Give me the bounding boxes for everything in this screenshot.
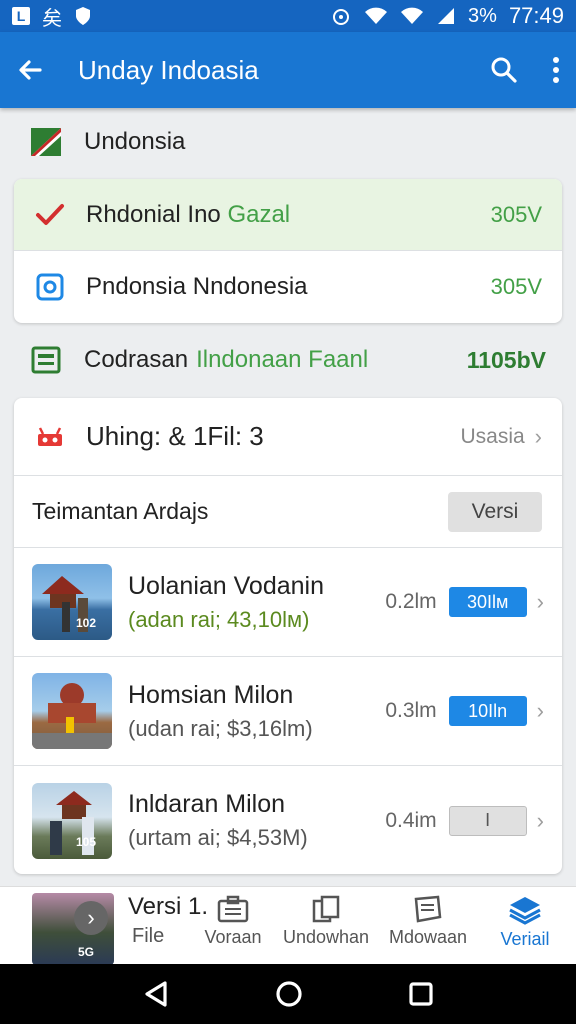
summary-label-accent: Gazal — [227, 200, 291, 228]
receipt-icon — [30, 346, 62, 374]
bottom-nav: › 5G Versi 1. File Voraan Undowhan Mdowa… — [0, 886, 576, 965]
camera-icon — [34, 273, 66, 301]
checkmark-icon — [34, 203, 66, 227]
signal-icon — [438, 8, 455, 24]
wifi-secondary-icon — [401, 7, 424, 24]
item-price-pill[interactable]: 10Iln — [448, 696, 527, 726]
page-title: Unday Indoasia — [78, 54, 259, 85]
section-title: Teimantan Ardajs — [32, 498, 209, 524]
mini-player[interactable]: › 5G — [32, 893, 114, 965]
filter-label: Uhing: & 1Fil: 3 — [86, 421, 264, 451]
item-subtitle: (urtam ai; $4,53M) — [128, 825, 308, 850]
summary-label-main: Rhdonial Ino — [86, 200, 221, 228]
more-vert-icon[interactable] — [552, 56, 560, 84]
summary-value: 305V — [490, 201, 542, 227]
wifi-icon — [365, 7, 388, 24]
status-time: 77:49 — [508, 3, 564, 28]
summary-label-main: Pndonsia Nndonesia — [86, 273, 308, 300]
mini-player-caption: 5G — [78, 945, 95, 959]
item-price-pill[interactable]: I — [448, 805, 527, 836]
item-subtitle: (udan rai; $3,16lm) — [128, 715, 313, 741]
item-distance: 0.3lm — [385, 699, 437, 722]
summary-label: Pndonsia Nndonesia — [86, 273, 308, 301]
summary-card: Rhdonial Ino Gazal 305V Pndonsia Nndones… — [14, 179, 562, 323]
nav-item-label: File — [132, 925, 165, 947]
flag-icon — [30, 128, 62, 156]
place-thumbnail: 105 — [32, 782, 112, 859]
briefcase-icon — [217, 895, 249, 923]
chevron-right-icon: › — [534, 423, 542, 449]
nav-item-mdowaan[interactable]: Mdowaan — [384, 895, 472, 948]
robot-icon — [34, 426, 66, 448]
item-distance: 0.4im — [385, 808, 437, 832]
item-subtitle: (adan rai; 43,10lм) — [128, 606, 310, 632]
item-title: Inldaran Milon — [128, 790, 286, 818]
nav-item-voraan[interactable]: Voraan — [198, 895, 268, 948]
list-item[interactable]: Homsian Milon (udan rai; $3,16lm) 0.3lm … — [14, 657, 562, 766]
nav-item-veriail[interactable]: Veriail — [488, 895, 562, 950]
country-label: Undonsia — [84, 128, 186, 155]
summary-row-selected[interactable]: Rhdonial Ino Gazal 305V — [14, 179, 562, 251]
summary-row[interactable]: Pndonsia Nndonesia 305V — [14, 251, 562, 323]
nav-item-label: Mdowaan — [388, 927, 468, 947]
battery-level: 3% — [468, 4, 497, 27]
item-title: Homsian Milon — [128, 680, 294, 709]
shield-icon — [76, 7, 90, 25]
status-bar: L 矣 3% 77:49 — [0, 0, 576, 32]
status-left-text: 矣 — [42, 7, 62, 30]
item-price-pill[interactable]: 30Ilм — [448, 587, 527, 617]
play-icon[interactable]: › — [74, 901, 108, 935]
layers-icon — [509, 897, 541, 925]
list-item[interactable]: 105 Inldaran Milon (urtam ai; $4,53M) 0.… — [14, 766, 562, 874]
recents-square-icon[interactable] — [407, 980, 435, 1008]
place-thumbnail — [32, 673, 112, 749]
results-card: Uhing: & 1Fil: 3 Usasia › Teimantan Arda… — [14, 398, 562, 874]
thumb-caption: 105 — [76, 834, 97, 849]
item-distance: 0.2lm — [385, 590, 437, 613]
search-icon[interactable] — [490, 56, 518, 84]
chevron-right-icon: › — [536, 589, 544, 614]
nav-item-label: Voraan — [204, 927, 262, 947]
chevron-right-icon: › — [536, 807, 544, 833]
app-bar: Unday Indoasia — [0, 32, 576, 108]
chevron-right-icon: › — [536, 698, 544, 723]
back-arrow-icon[interactable] — [16, 56, 44, 84]
filter-region: Usasia — [460, 424, 525, 448]
summary-label: Rhdonial Ino Gazal — [86, 201, 290, 229]
nav-item-label: Veriail — [500, 929, 550, 949]
alarm-icon — [333, 9, 350, 25]
system-nav-bar — [0, 964, 576, 1024]
total-label-main: Codrasan — [84, 346, 189, 373]
list-item[interactable]: 102 Uolanian Vodanin (adan rai; 43,10lм)… — [14, 548, 562, 657]
thumb-caption: 102 — [76, 616, 97, 630]
versi-button[interactable]: Versi — [448, 491, 542, 532]
filter-row[interactable]: Uhing: & 1Fil: 3 Usasia › — [14, 398, 562, 476]
country-row[interactable]: Undonsia — [0, 120, 576, 164]
item-title: Uolanian Vodanin — [128, 571, 324, 600]
summary-value: 305V — [490, 274, 542, 299]
nav-item-undowhan[interactable]: Undowhan — [280, 895, 372, 948]
total-value: 1105bV — [466, 346, 546, 373]
mini-player-title: Versi 1. — [128, 893, 209, 920]
nav-item-label: Undowhan — [282, 927, 370, 947]
notification-badge: L — [12, 7, 30, 25]
home-circle-icon[interactable] — [274, 979, 304, 1009]
copy-icon — [312, 895, 340, 923]
document-icon — [414, 895, 442, 923]
place-thumbnail: 102 — [32, 564, 112, 640]
section-header: Teimantan Ardajs Versi — [14, 476, 562, 548]
back-triangle-icon[interactable] — [141, 979, 171, 1009]
total-row[interactable]: Codrasan Ilndonaan Faanl 1105bV — [0, 338, 576, 382]
total-label-accent: Ilndonaan Faanl — [196, 346, 369, 373]
